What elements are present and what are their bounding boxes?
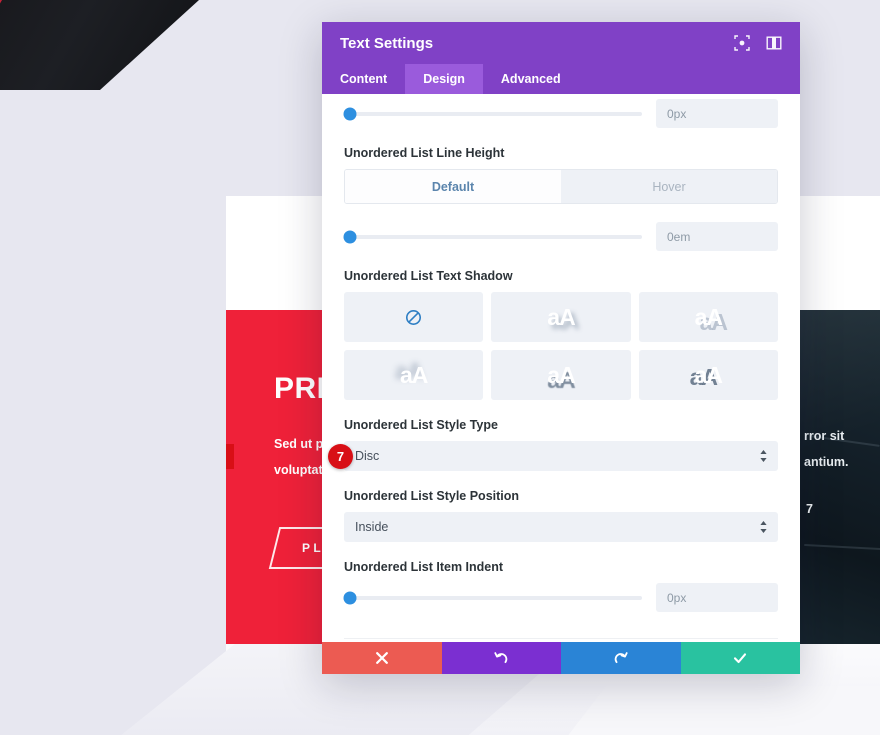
style-type-select-wrap [344, 441, 778, 471]
dark-panel-text: rror sit antium. [804, 424, 848, 475]
style-position-select-wrap [344, 512, 778, 542]
topleft-dark-shape [0, 0, 210, 90]
modal-footer [322, 642, 800, 674]
modal-body: Unordered List Line Height Default Hover… [322, 94, 800, 642]
clipped-slider-row [343, 99, 778, 128]
item-indent-slider-knob[interactable] [343, 591, 357, 604]
line-height-slider-row [343, 222, 778, 251]
state-tab-hover[interactable]: Hover [561, 170, 777, 203]
text-shadow-label: Unordered List Text Shadow [344, 269, 513, 283]
shadow-preset-glyph: aA [694, 361, 723, 388]
line-height-value[interactable] [656, 222, 778, 251]
shadow-preset-glyph: aA [547, 303, 575, 330]
undo-icon [494, 652, 508, 664]
modal-tabs: Content Design Advanced [322, 64, 800, 94]
tab-content[interactable]: Content [322, 64, 405, 94]
text-settings-modal: Text Settings Content Design Advanced 0p… [322, 22, 800, 674]
dark-panel-line-1: rror sit [804, 429, 845, 443]
clipped-slider-value[interactable] [656, 99, 778, 128]
ban-icon [406, 309, 422, 325]
tab-advanced[interactable]: Advanced [483, 64, 579, 94]
item-indent-label: Unordered List Item Indent [344, 560, 504, 574]
text-shadow-preset-grid: aA aA aA aA aA [344, 292, 778, 400]
line-height-label: Unordered List Line Height [344, 146, 505, 160]
cancel-button[interactable] [322, 642, 442, 674]
shadow-preset-none[interactable] [344, 292, 484, 342]
focus-target-icon[interactable] [734, 35, 750, 51]
save-button[interactable] [680, 642, 800, 674]
redo-icon [614, 652, 628, 664]
accordion-heading-text[interactable]: Heading Text [344, 638, 778, 642]
style-type-field: Unordered List Style Type [344, 400, 778, 471]
redo-button[interactable] [561, 642, 681, 674]
shadow-preset-glyph: aA [399, 361, 428, 388]
shadow-preset-soft-down-right[interactable]: aA [491, 292, 631, 342]
shadow-preset-hard-left[interactable]: aA [638, 350, 778, 400]
line-height-field: Unordered List Line Height Default Hover [344, 128, 778, 204]
line-height-slider-field [343, 204, 778, 251]
style-position-label: Unordered List Style Position [344, 489, 520, 503]
item-indent-slider-track[interactable] [343, 591, 642, 604]
modal-header-icons [734, 35, 782, 51]
clipped-slider-knob[interactable] [343, 107, 357, 120]
dark-photo-panel [800, 310, 880, 644]
shadow-preset-soft-up-left[interactable]: aA [344, 350, 484, 400]
close-icon [375, 652, 388, 664]
item-indent-field: Unordered List Item Indent [343, 542, 778, 612]
dark-panel-number: 7 [806, 502, 813, 516]
style-type-select[interactable] [344, 441, 778, 471]
line-height-slider-knob[interactable] [343, 230, 357, 243]
accordion-list: Heading Text Sizing [344, 638, 778, 642]
text-shadow-field: Unordered List Text Shadow aA aA aA aA a… [344, 251, 778, 400]
item-indent-value[interactable] [656, 583, 778, 612]
panel-layout-icon[interactable] [766, 35, 782, 51]
modal-title: Text Settings [340, 34, 434, 52]
shadow-preset-hard-down-right[interactable]: aA [638, 292, 778, 342]
style-position-field: Unordered List Style Position [344, 471, 778, 542]
line-height-slider-track[interactable] [343, 230, 642, 243]
line-height-state-toggle: Default Hover [344, 169, 778, 204]
check-icon [734, 653, 747, 664]
shadow-preset-glyph: aA [547, 361, 575, 388]
dark-panel-line-2: antium. [804, 454, 849, 469]
bottom-angled-shape-3 [560, 686, 880, 735]
step-badge-backdrop [226, 444, 234, 469]
undo-button[interactable] [441, 642, 561, 674]
style-position-select[interactable] [344, 512, 778, 542]
clipped-slider-track[interactable] [343, 107, 642, 120]
step-badge: 7 [328, 444, 353, 469]
item-indent-slider-row [343, 583, 778, 612]
shadow-preset-hard-down[interactable]: aA [491, 350, 631, 400]
style-type-label: Unordered List Style Type [344, 418, 498, 432]
tab-design[interactable]: Design [405, 64, 483, 94]
state-tab-default[interactable]: Default [345, 170, 561, 203]
shadow-preset-glyph: aA [694, 303, 723, 330]
modal-header: Text Settings [322, 22, 800, 64]
clipped-slider-field [343, 94, 778, 128]
